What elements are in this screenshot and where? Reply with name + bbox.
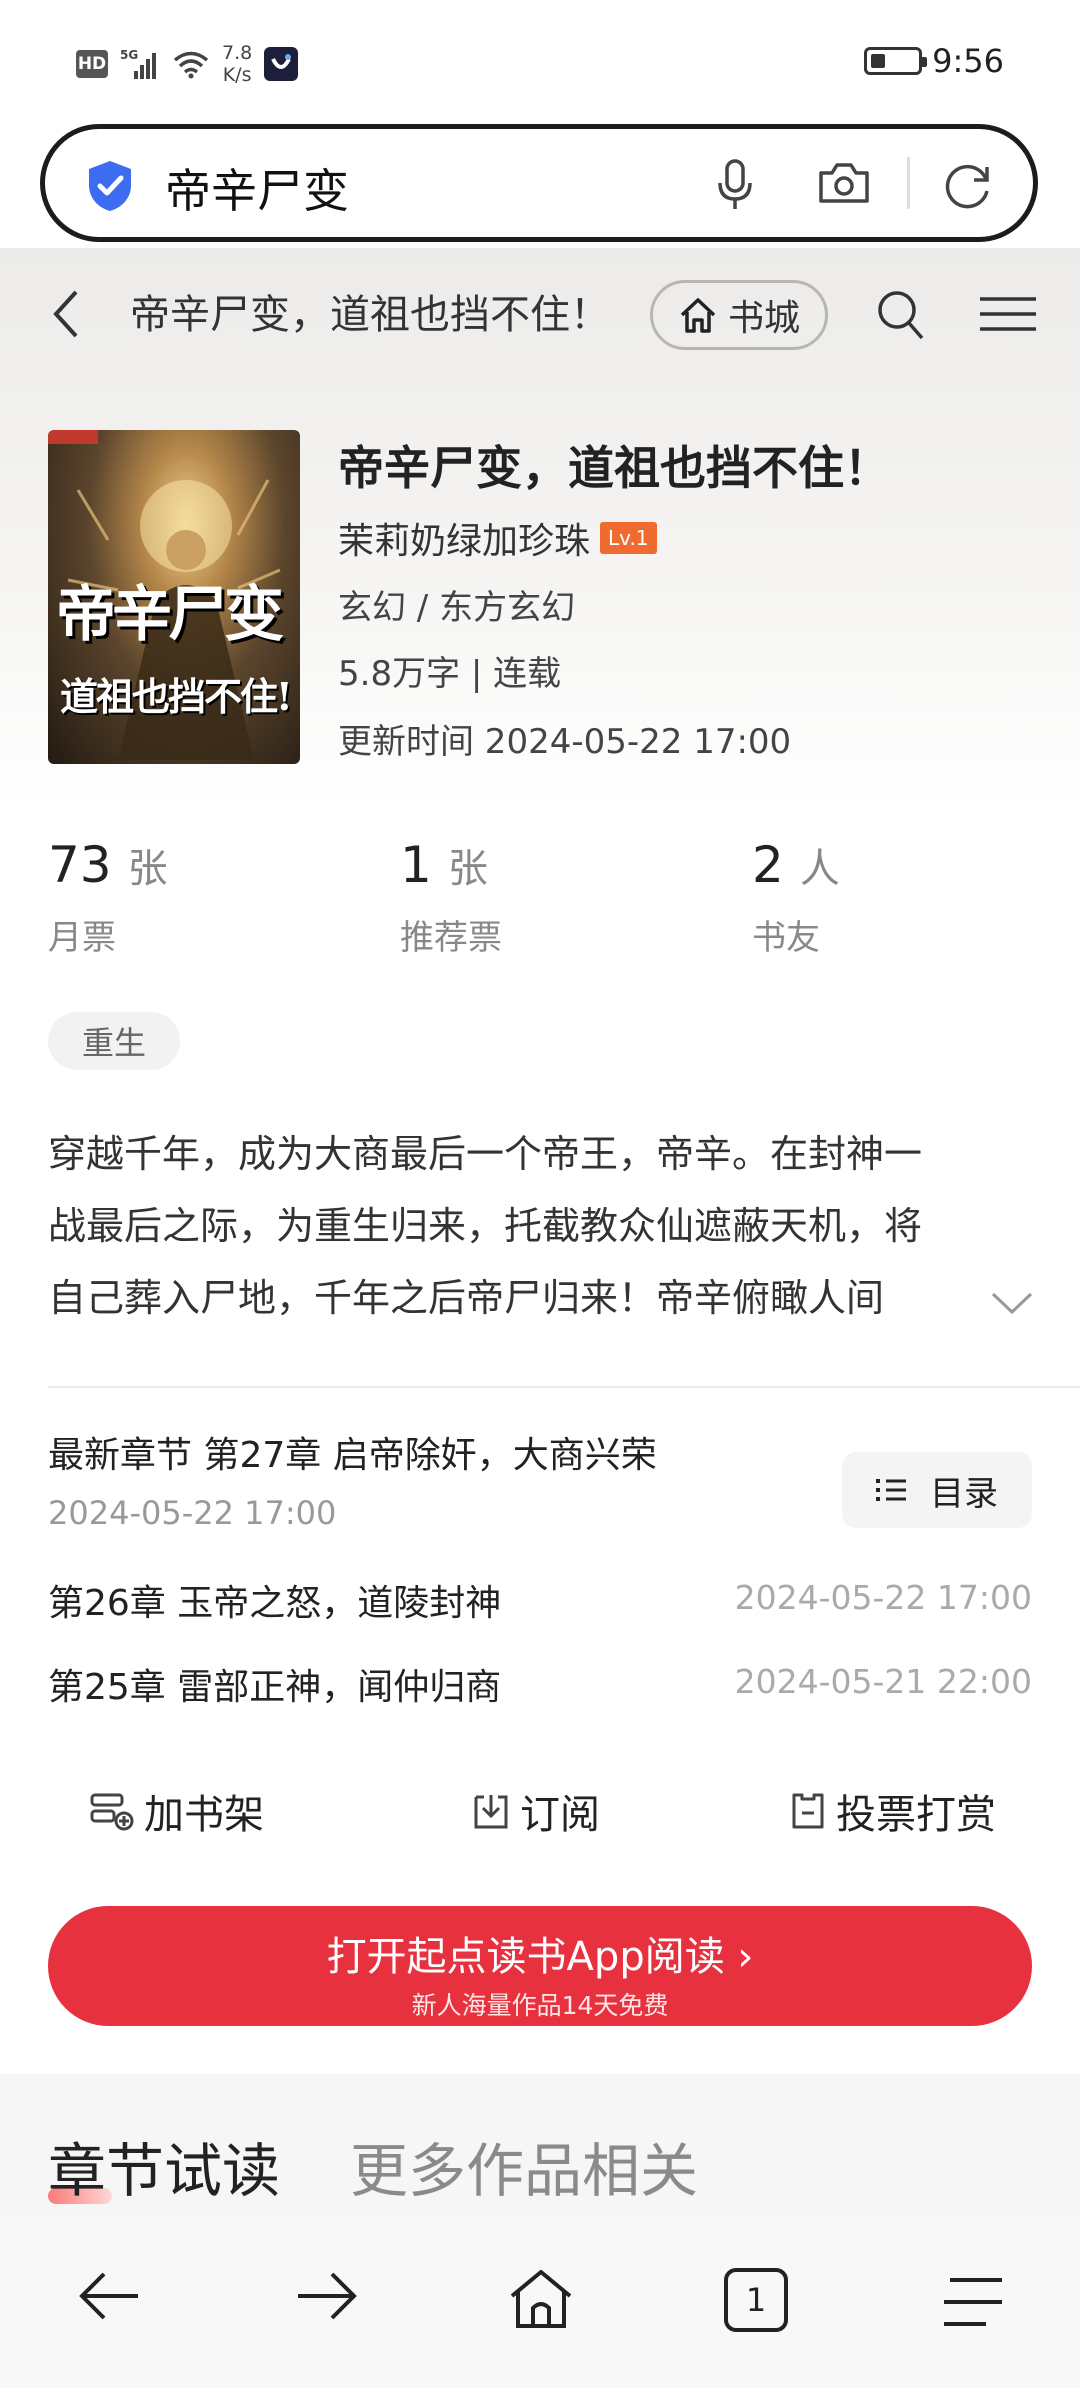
refresh-icon[interactable] [941, 159, 995, 213]
tab-more-works[interactable]: 更多作品相关 [350, 2124, 698, 2208]
svg-text:5G: 5G [120, 48, 138, 62]
battery-icon [864, 47, 928, 75]
address-bar-query[interactable]: 帝辛尸变 [165, 155, 349, 221]
camera-icon[interactable] [817, 159, 871, 207]
description-line: 穿越千年，成为大商最后一个帝王，帝辛。在封神一 [48, 1132, 923, 1176]
add-to-shelf-label: 加书架 [144, 1792, 264, 1838]
stat-recommend-tickets[interactable]: 1张 推荐票 [400, 836, 502, 959]
vote-reward-label: 投票打赏 [836, 1792, 996, 1838]
wifi-icon [173, 51, 209, 79]
address-bar-divider [907, 157, 910, 209]
status-left-icons: HD 5G 7.8 K/s [76, 42, 299, 86]
stat-book-friends[interactable]: 2人 书友 [752, 836, 840, 959]
tabs-count: 1 [745, 2281, 767, 2319]
book-word-count-status: 5.8万字 | 连载 [338, 654, 562, 694]
genre-tag[interactable]: 重生 [48, 1012, 180, 1070]
bookstore-button[interactable]: 书城 [650, 280, 828, 350]
stat-unit: 张 [127, 846, 168, 892]
latest-chapter-link[interactable]: 最新章节 第27章 启帝除奸，大商兴荣 [48, 1426, 657, 1478]
description-line: 战最后之际，为重生归来，托截教众仙遮蔽天机，将 [48, 1204, 923, 1248]
author-level-badge: Lv.1 [600, 522, 657, 554]
list-icon [876, 1479, 906, 1501]
book-update-time: 更新时间 2024-05-22 17:00 [338, 722, 792, 762]
network-speed: 7.8 K/s [222, 42, 253, 86]
open-app-sublabel: 新人海量作品14天免费 [411, 1991, 669, 2020]
stat-label: 月票 [48, 918, 116, 958]
address-bar[interactable]: 帝辛尸变 [40, 124, 1038, 242]
stat-monthly-tickets[interactable]: 73 张 月票 [48, 836, 168, 959]
chapter-item-time: 2024-05-21 22:00 [734, 1662, 1032, 1701]
vote-reward-button[interactable]: 投票打赏 [790, 1782, 996, 1840]
signal-icon: 5G [120, 48, 156, 79]
latest-chapter-time: 2024-05-22 17:00 [48, 1494, 337, 1532]
chapter-item-title[interactable]: 第25章 雷部正神，闻仲归商 [48, 1658, 501, 1710]
section-divider [48, 1386, 1080, 1388]
status-bar: HD 5G 7.8 K/s 9:56 [0, 0, 1080, 120]
ticket-icon [792, 1793, 824, 1829]
shelf-add-icon [90, 1793, 134, 1831]
cover-title: 帝辛尸变 [56, 580, 284, 650]
open-app-button[interactable]: 打开起点读书App阅读 › 新人海量作品14天免费 [48, 1906, 1032, 2026]
chevron-down-icon[interactable] [990, 1290, 1034, 1316]
status-right: 9:56 [864, 42, 1004, 80]
bookstore-label: 书城 [727, 298, 800, 339]
book-cover[interactable]: 帝辛尸变 道祖也挡不住! [48, 430, 300, 764]
subscribe-button[interactable]: 订阅 [472, 1782, 600, 1840]
back-arrow-icon[interactable] [48, 288, 84, 340]
book-description[interactable]: 穿越千年，成为大商最后一个帝王，帝辛。在封神一 战最后之际，为重生归来，托截教众… [48, 1118, 1038, 1334]
clock: 9:56 [932, 42, 1004, 80]
cover-subtitle: 道祖也挡不住! [60, 674, 293, 719]
forward-icon[interactable] [296, 2268, 358, 2324]
book-author-row[interactable]: 茉莉奶绿加珍珠 Lv.1 [338, 512, 657, 564]
stat-unit: 张 [447, 846, 488, 892]
toc-label: 目录 [930, 1473, 998, 1514]
microphone-icon[interactable] [715, 159, 755, 211]
tab-chapter-preview[interactable]: 章节试读 [48, 2124, 280, 2208]
book-genre[interactable]: 玄幻 / 东方玄幻 [338, 580, 575, 629]
chapter-item-title[interactable]: 第26章 玉帝之怒，道陵封神 [48, 1574, 501, 1626]
stat-value: 1 [400, 836, 432, 894]
stat-label: 推荐票 [400, 918, 502, 958]
hd-icon: HD [76, 50, 108, 78]
back-icon[interactable] [78, 2268, 140, 2324]
menu-icon[interactable] [942, 2276, 1004, 2328]
stat-label: 书友 [752, 918, 820, 958]
description-line: 自己葬入尸地，千年之后帝尸归来！帝辛俯瞰人间 [48, 1276, 885, 1320]
table-of-contents-button[interactable]: 目录 [842, 1452, 1032, 1528]
app-notification-icon [264, 47, 299, 81]
stat-value: 73 [48, 836, 112, 894]
tabs-count-button[interactable]: 1 [724, 2268, 788, 2332]
download-icon [474, 1795, 508, 1829]
add-to-shelf-button[interactable]: 加书架 [90, 1782, 264, 1840]
chapter-item-time: 2024-05-22 17:00 [734, 1578, 1032, 1617]
subscribe-label: 订阅 [520, 1792, 600, 1838]
page-title: 帝辛尸变，道祖也挡不住！ [130, 292, 610, 338]
search-icon[interactable] [876, 288, 926, 342]
menu-icon[interactable] [980, 296, 1036, 332]
stat-value: 2 [752, 836, 784, 894]
stat-unit: 人 [799, 846, 840, 892]
book-title: 帝辛尸变，道祖也挡不住！ [338, 441, 890, 495]
home-icon[interactable] [508, 2268, 574, 2330]
shield-icon [89, 161, 131, 211]
open-app-label: 打开起点读书App阅读 › [326, 1934, 754, 1980]
author-name[interactable]: 茉莉奶绿加珍珠 [338, 512, 590, 564]
home-icon [680, 298, 716, 333]
